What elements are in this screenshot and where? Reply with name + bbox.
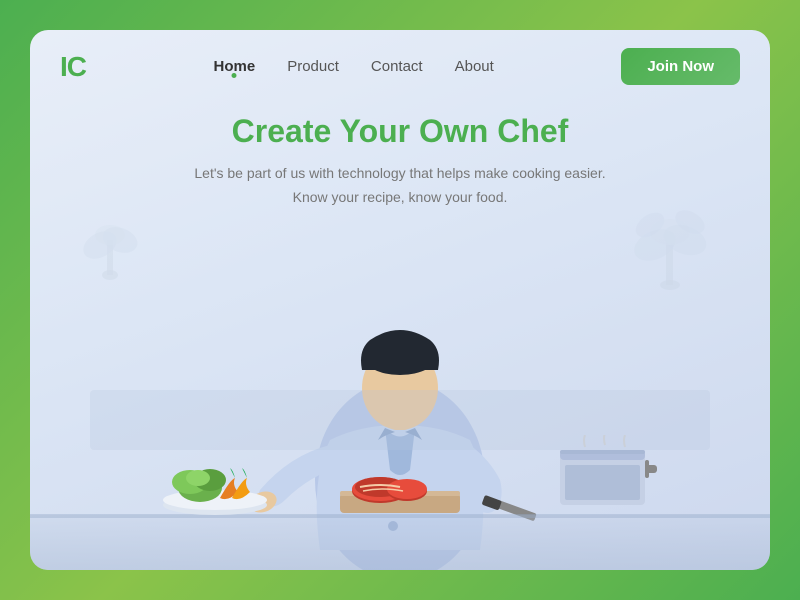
nav-contact[interactable]: Contact — [371, 58, 423, 75]
navbar: IC Home Product Contact About Join Now — [30, 30, 770, 103]
hero-section: Create Your Own Chef Let's be part of us… — [30, 103, 770, 210]
hero-subtitle: Let's be part of us with technology that… — [50, 162, 750, 210]
nav-home[interactable]: Home — [214, 58, 256, 75]
hero-title: Create Your Own Chef — [50, 113, 750, 150]
nav-about[interactable]: About — [455, 58, 494, 75]
nav-links: Home Product Contact About — [214, 58, 494, 75]
veggie-plate-icon — [160, 450, 270, 515]
nav-product[interactable]: Product — [287, 58, 339, 75]
cutting-board-icon — [335, 463, 465, 518]
cooking-pan-icon — [555, 435, 660, 515]
counter-top — [30, 515, 770, 570]
main-card: IC Home Product Contact About Join Now C… — [30, 30, 770, 570]
join-now-button[interactable]: Join Now — [621, 48, 740, 85]
logo: IC — [60, 51, 86, 83]
